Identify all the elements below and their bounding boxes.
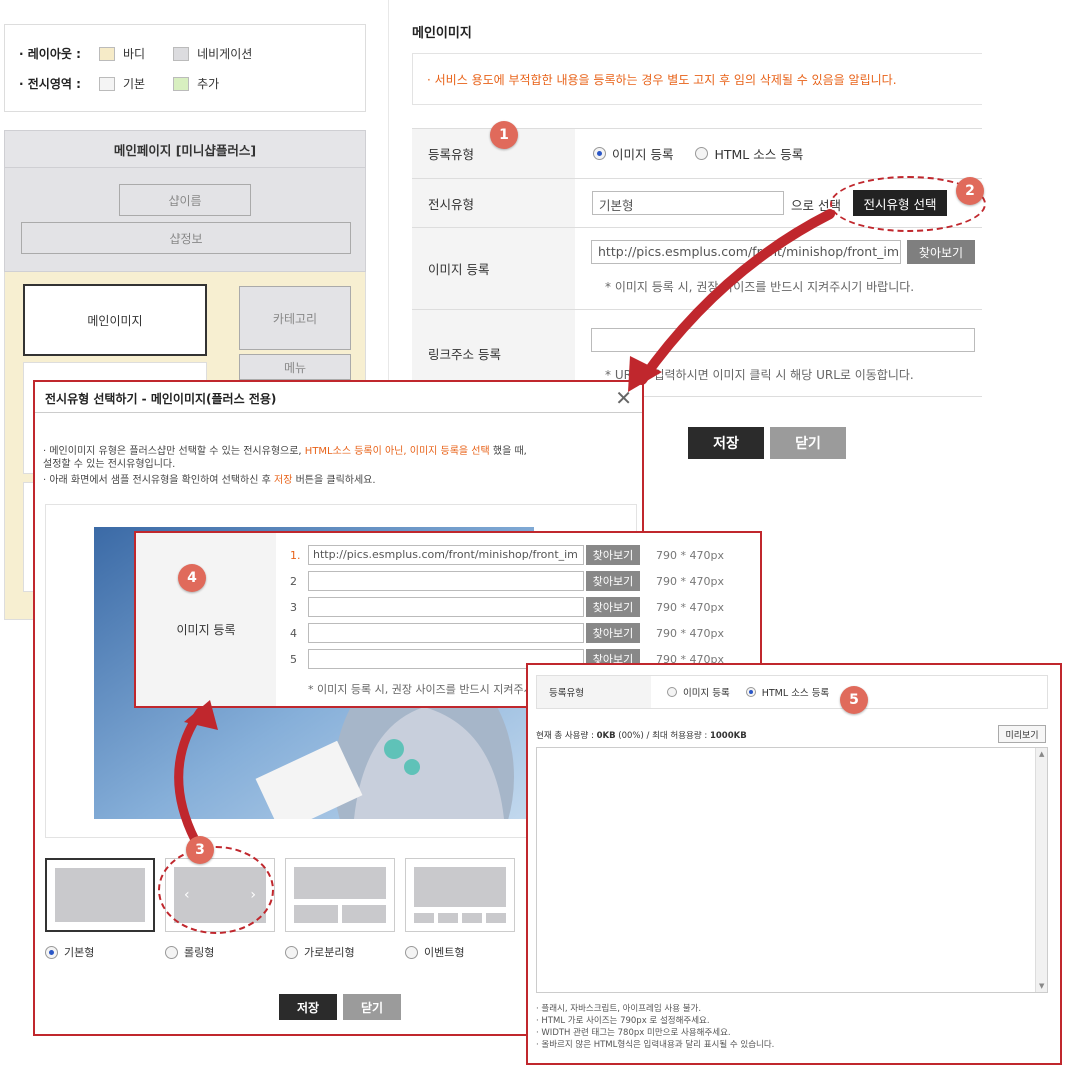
step-badge-2: 2 bbox=[956, 177, 984, 205]
step-badge-5: 5 bbox=[840, 686, 868, 714]
arrow-to-popup bbox=[637, 209, 835, 385]
step-badge-3: 3 bbox=[186, 836, 214, 864]
annotation-arrows bbox=[174, 209, 835, 845]
step-badge-1: 1 bbox=[490, 121, 518, 149]
highlight-ellipse-rolling bbox=[158, 846, 274, 934]
arrow-to-regbox bbox=[174, 707, 205, 845]
step-badge-4: 4 bbox=[178, 564, 206, 592]
